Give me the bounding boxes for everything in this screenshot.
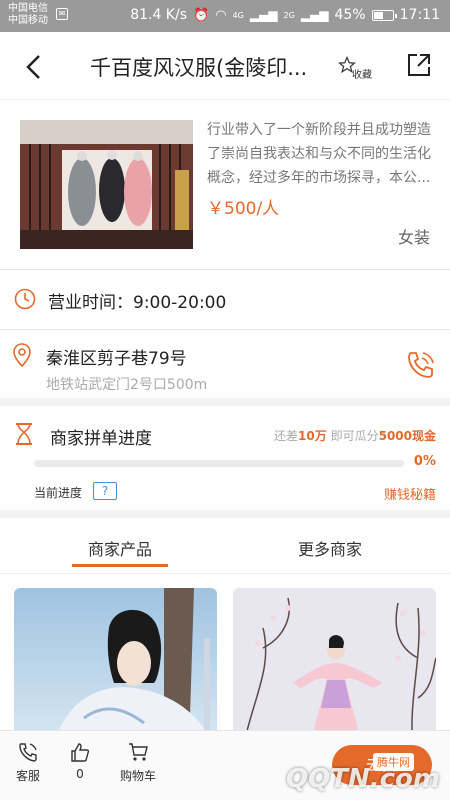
like-button[interactable]: 0 — [60, 741, 100, 781]
phone-icon — [19, 743, 37, 762]
business-hours-row: 营业时间：9:00-20:00 — [0, 270, 450, 330]
business-hours-text: 营业时间：9:00-20:00 — [48, 293, 227, 313]
active-tab-indicator — [72, 564, 168, 567]
customer-service-button[interactable]: 客服 — [8, 741, 48, 784]
help-icon[interactable]: ? — [93, 482, 117, 500]
stat-middle: 即可瓜分 — [330, 429, 379, 443]
address-subway: 地铁站武定门2号口500m — [46, 377, 208, 393]
battery-icon — [371, 9, 397, 21]
status-bar: 中国电信 中国移动 ✉ 81.4 K/s ⏰ ◠ 4G ▂▄▆ 2G ▂▄▆ 4… — [0, 0, 450, 32]
shop-info-card[interactable]: 行业带入了一个新阶段并且成功塑造了崇尚自我表达和与众不同的生活化概念，经过多年的… — [0, 100, 450, 270]
product-grid — [0, 574, 450, 734]
tab-merchant-products[interactable]: 商家产品 — [88, 536, 152, 560]
signal-icon-2: ▂▄▆ — [300, 8, 329, 22]
product-card[interactable] — [14, 588, 217, 734]
carrier-1: 中国电信 — [8, 3, 48, 14]
current-progress-label: 当前进度 — [34, 486, 83, 500]
alarm-icon: ⏰ — [193, 7, 210, 23]
bottom-action-bar: 客服 0 购物车 去拼 腾牛网 QQTN.com — [0, 730, 450, 800]
tab-bar: 商家产品 更多商家 — [0, 518, 450, 574]
stat-reward: 5000现金 — [378, 429, 436, 443]
earning-tips-link[interactable]: 赚钱秘籍 — [384, 484, 436, 503]
cart-icon — [129, 743, 148, 761]
status-right: 81.4 K/s ⏰ ◠ 4G ▂▄▆ 2G ▂▄▆ 45% 17:11 — [130, 7, 440, 23]
signal-icon-1: ▂▄▆ — [249, 8, 278, 22]
watermark-logo: QQTN.com — [286, 764, 440, 794]
battery-percent: 45% — [334, 7, 366, 23]
cart-button[interactable]: 购物车 — [118, 741, 158, 784]
clock-time: 17:11 — [399, 7, 440, 23]
hourglass-icon — [16, 423, 32, 445]
network-2g: 2G — [283, 10, 295, 20]
progress-title: 商家拼单进度 — [50, 429, 152, 449]
address-main: 秦淮区剪子巷79号 — [46, 349, 187, 369]
wifi-icon: ◠ — [215, 7, 227, 23]
shop-photo — [20, 120, 193, 249]
customer-service-label: 客服 — [15, 769, 40, 783]
shop-price: ￥500/人 — [207, 199, 280, 219]
product-card[interactable] — [233, 588, 436, 734]
sim-icon: ✉ — [56, 8, 68, 20]
progress-bar — [34, 460, 404, 467]
thumbs-up-icon — [71, 743, 90, 762]
network-speed: 81.4 K/s — [130, 7, 188, 23]
clock-icon — [14, 288, 36, 310]
favorite-button[interactable]: 收藏 — [338, 54, 378, 84]
title-bar: 千百度风汉服(金陵印... 收藏 — [0, 32, 450, 100]
phone-call-icon[interactable] — [404, 348, 438, 382]
page-title: 千百度风汉服(金陵印... — [90, 56, 308, 80]
like-count: 0 — [76, 767, 84, 781]
tab-more-merchants[interactable]: 更多商家 — [298, 536, 362, 560]
cart-label: 购物车 — [119, 769, 156, 783]
shop-description: 行业带入了一个新阶段并且成功塑造了崇尚自我表达和与众不同的生活化概念，经过多年的… — [207, 122, 431, 186]
progress-percent: 0% — [413, 454, 436, 469]
carrier-2: 中国移动 — [8, 15, 48, 26]
address-row[interactable]: 秦淮区剪子巷79号 地铁站武定门2号口500m — [0, 330, 450, 406]
share-icon[interactable] — [406, 52, 432, 78]
network-4g: 4G — [232, 10, 244, 20]
location-pin-icon — [13, 343, 31, 368]
progress-stat: 还差10万 即可瓜分5000现金 — [274, 427, 436, 444]
carrier-info: 中国电信 中国移动 — [8, 3, 48, 27]
shop-category: 女装 — [397, 228, 430, 247]
back-arrow-icon[interactable] — [20, 52, 50, 82]
stat-prefix: 还差 — [274, 429, 299, 443]
favorite-label: 收藏 — [352, 70, 372, 81]
group-order-progress: 商家拼单进度 还差10万 即可瓜分5000现金 0% 当前进度 ? 赚钱秘籍 — [0, 406, 450, 518]
stat-amount: 10万 — [298, 429, 327, 443]
